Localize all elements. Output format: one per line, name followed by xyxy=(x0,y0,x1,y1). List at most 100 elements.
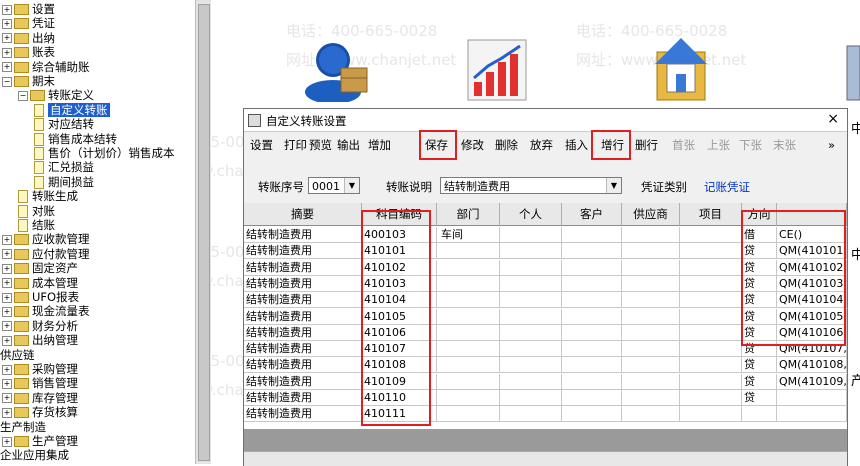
table-cell[interactable] xyxy=(680,308,742,325)
table-cell[interactable]: 结转制造费用 xyxy=(244,227,362,243)
column-header[interactable]: 项目 xyxy=(680,203,742,226)
chart-icon[interactable] xyxy=(466,38,528,102)
tree-node[interactable]: + 出纳 xyxy=(2,31,55,45)
table-cell[interactable]: 贷 xyxy=(742,357,777,374)
tree-node[interactable]: + UFO报表 xyxy=(2,290,79,304)
column-header[interactable]: 客户 xyxy=(562,203,622,226)
tree-node[interactable]: 期间损益 xyxy=(34,175,94,189)
table-cell[interactable] xyxy=(622,390,680,406)
table-cell[interactable]: 结转制造费用 xyxy=(244,292,362,309)
tree-node[interactable]: + 库存管理 xyxy=(2,391,78,405)
table-cell[interactable] xyxy=(500,243,562,260)
table-cell[interactable] xyxy=(622,341,680,358)
table-cell[interactable] xyxy=(680,275,742,292)
table-row[interactable]: 结转制造费用 410110 贷 xyxy=(244,390,847,406)
close-icon[interactable]: × xyxy=(827,111,839,127)
table-cell[interactable] xyxy=(437,259,500,276)
expand-icon[interactable]: + xyxy=(2,18,12,29)
table-cell[interactable] xyxy=(500,373,562,390)
expand-icon[interactable]: + xyxy=(2,364,12,375)
seq-select[interactable]: 0001 ▼ xyxy=(308,177,360,194)
table-cell[interactable]: QM(410108,月 xyxy=(777,357,847,374)
toolbar-button[interactable]: 下张 xyxy=(739,137,762,153)
expand-icon[interactable]: + xyxy=(2,378,12,389)
table-cell[interactable] xyxy=(500,308,562,325)
table-cell[interactable]: 结转制造费用 xyxy=(244,341,362,358)
table-cell[interactable] xyxy=(680,406,742,423)
table-cell[interactable]: 结转制造费用 xyxy=(244,373,362,390)
table-cell[interactable] xyxy=(437,373,500,390)
table-cell[interactable] xyxy=(437,243,500,260)
table-cell[interactable] xyxy=(437,341,500,358)
expand-icon[interactable]: + xyxy=(2,33,12,44)
column-header[interactable]: 部门 xyxy=(437,203,500,226)
expand-icon[interactable]: + xyxy=(2,306,12,317)
table-cell[interactable] xyxy=(562,324,622,341)
table-row[interactable]: 结转制造费用410109贷QM(410109,月 xyxy=(244,373,847,390)
tree-node[interactable]: + 设置 xyxy=(2,2,55,16)
expand-icon[interactable]: + xyxy=(2,436,12,447)
expand-icon[interactable]: + xyxy=(2,47,12,58)
table-row[interactable]: 结转制造费用 410111 xyxy=(244,406,847,423)
table-cell[interactable] xyxy=(437,275,500,292)
table-cell[interactable] xyxy=(562,341,622,358)
table-cell[interactable] xyxy=(622,275,680,292)
expand-icon[interactable]: + xyxy=(2,407,12,418)
tree-node[interactable]: 结账 xyxy=(18,218,55,232)
tree-node[interactable]: + 应收款管理 xyxy=(2,232,90,246)
table-cell[interactable] xyxy=(742,406,777,423)
table-cell[interactable] xyxy=(622,292,680,309)
tree-node[interactable]: + 财务分析 xyxy=(2,319,78,333)
table-cell[interactable] xyxy=(680,390,742,406)
tree-node[interactable]: 转账生成 xyxy=(18,189,78,204)
table-cell[interactable] xyxy=(500,324,562,341)
table-cell[interactable] xyxy=(500,406,562,423)
tree-node[interactable]: + 生产管理 xyxy=(2,434,78,448)
table-cell[interactable] xyxy=(562,373,622,390)
expand-icon[interactable]: + xyxy=(2,263,12,274)
tree-node[interactable]: 生产制造 xyxy=(0,420,46,434)
tree-node[interactable]: 企业应用集成 xyxy=(0,448,69,462)
tree-node[interactable]: 销售成本结转 xyxy=(34,132,117,146)
desc-select[interactable]: 结转制造费用 ▼ xyxy=(440,177,622,194)
home-folder-icon[interactable] xyxy=(651,34,711,104)
toolbar-button[interactable]: 输出 xyxy=(337,137,360,153)
table-cell[interactable] xyxy=(562,292,622,309)
toolbar-button[interactable]: 插入 xyxy=(565,137,588,153)
collapse-icon[interactable]: − xyxy=(18,90,28,101)
expand-icon[interactable]: + xyxy=(2,321,12,332)
expand-icon[interactable]: + xyxy=(2,4,12,15)
expand-icon[interactable]: + xyxy=(2,393,12,404)
table-cell[interactable]: 贷 xyxy=(742,390,777,406)
table-cell[interactable] xyxy=(562,275,622,292)
column-header[interactable]: 摘要 xyxy=(244,203,362,226)
table-cell[interactable]: 结转制造费用 xyxy=(244,243,362,260)
table-cell[interactable] xyxy=(777,390,847,406)
tree-node[interactable]: + 采购管理 xyxy=(2,362,78,376)
table-cell[interactable] xyxy=(562,406,622,423)
toolbar-button[interactable]: 删行 xyxy=(635,137,658,153)
table-cell[interactable] xyxy=(562,390,622,406)
tree-scrollbar[interactable] xyxy=(195,0,211,464)
voucher-type-link[interactable]: 记账凭证 xyxy=(704,179,750,195)
table-cell[interactable] xyxy=(680,324,742,341)
dialog-titlebar[interactable]: 自定义转账设置 × xyxy=(244,109,847,132)
table-cell[interactable]: 结转制造费用 xyxy=(244,406,362,423)
table-cell[interactable]: QM(410109,月 xyxy=(777,373,847,390)
chevron-down-icon[interactable]: ▼ xyxy=(606,178,621,193)
toolbar-button[interactable]: 上张 xyxy=(707,137,730,153)
chevron-down-icon[interactable]: ▼ xyxy=(344,178,359,193)
tree-node[interactable]: + 固定资产 xyxy=(2,261,78,275)
tree-node[interactable]: 对账 xyxy=(18,204,55,218)
table-cell[interactable] xyxy=(437,324,500,341)
table-cell[interactable] xyxy=(680,341,742,358)
toolbar-button[interactable]: 预览 xyxy=(309,137,332,153)
table-cell[interactable] xyxy=(500,275,562,292)
expand-icon[interactable]: + xyxy=(2,62,12,73)
table-cell[interactable] xyxy=(437,308,500,325)
table-cell[interactable]: 结转制造费用 xyxy=(244,308,362,325)
tree-node[interactable]: + 存货核算 xyxy=(2,405,78,419)
table-cell[interactable] xyxy=(680,373,742,390)
tree-node[interactable]: − 期末 xyxy=(2,74,55,88)
table-cell[interactable] xyxy=(500,259,562,276)
